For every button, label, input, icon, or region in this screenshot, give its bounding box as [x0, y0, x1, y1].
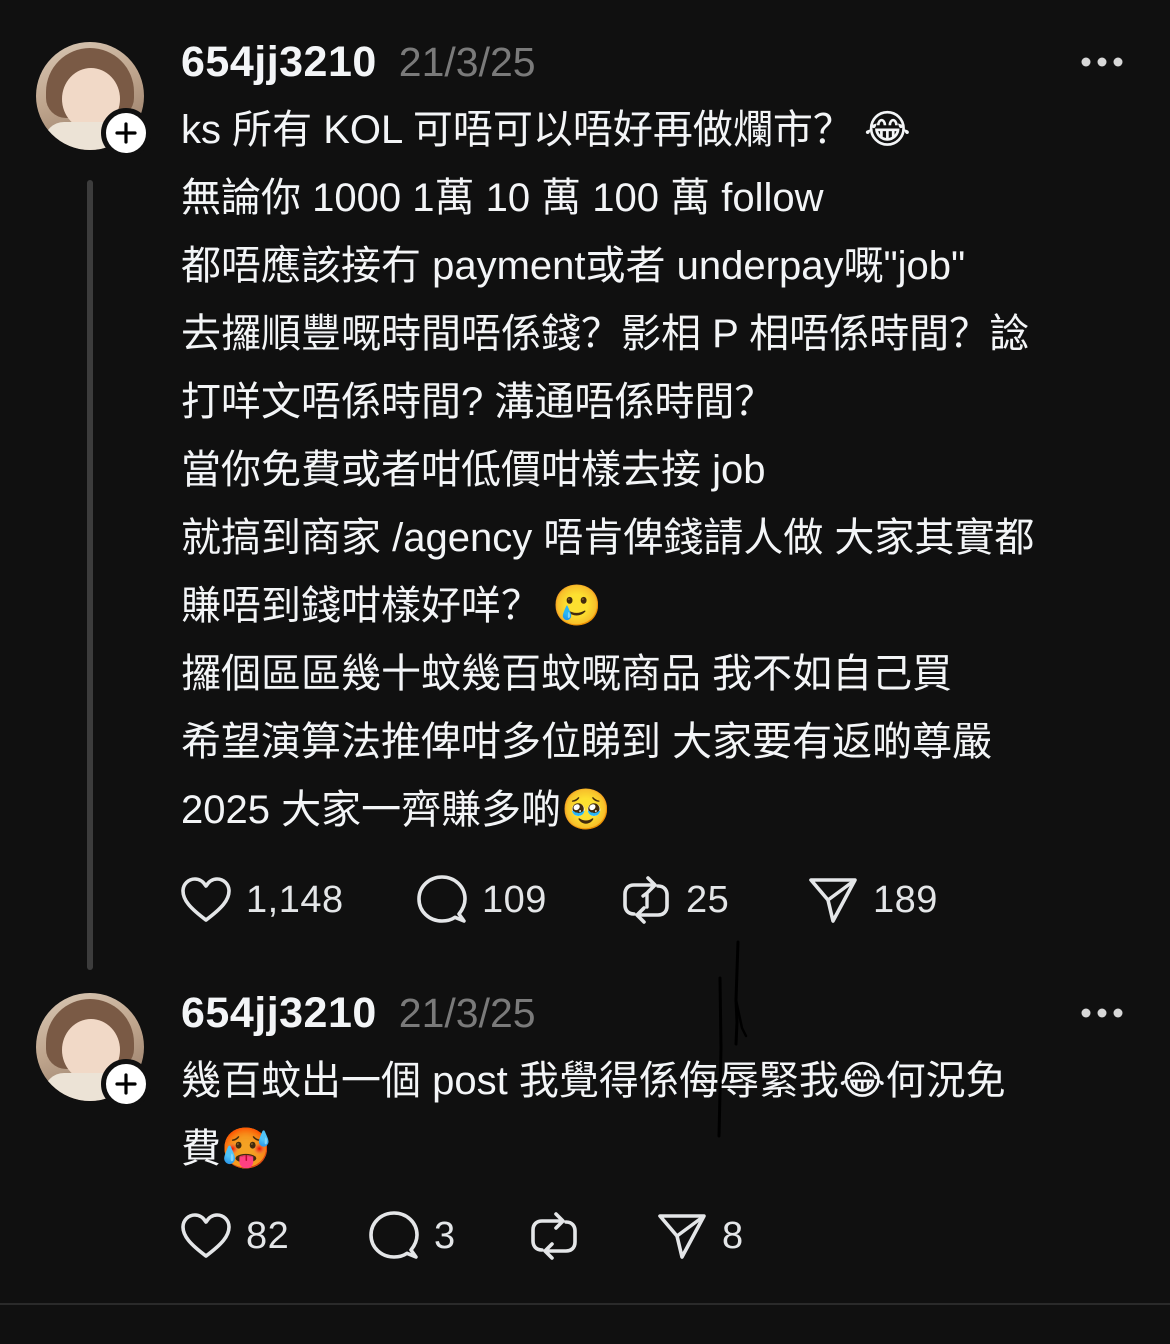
- scribble-mark: [717, 940, 748, 1138]
- plus-icon: [115, 122, 137, 144]
- comment-icon: [369, 1211, 419, 1259]
- follow-button[interactable]: [101, 1059, 151, 1109]
- plus-icon: [115, 1073, 137, 1095]
- divider: [0, 1303, 1170, 1305]
- post-line: 費🥵: [181, 1127, 271, 1171]
- like-count: 1,148: [246, 878, 344, 921]
- post-line: 去攞順豐嘅時間唔係錢？影相 P 相唔係時間？諗: [181, 312, 1030, 356]
- post-line: 當你免費或者咁低價咁樣去接 job: [181, 448, 766, 492]
- comment-icon: [417, 875, 467, 923]
- follow-button[interactable]: [101, 108, 151, 158]
- send-icon: [809, 878, 857, 923]
- like-count: 82: [246, 1214, 290, 1257]
- heart-icon: [181, 1213, 231, 1258]
- like-button[interactable]: 82: [180, 1211, 289, 1261]
- reply-count: 3: [434, 1214, 456, 1257]
- send-icon: [658, 1214, 706, 1259]
- like-button[interactable]: 1,148: [180, 875, 344, 925]
- repost-button[interactable]: [528, 1211, 594, 1261]
- share-count: 8: [722, 1214, 744, 1257]
- post-line: 攞個區區幾十蚊幾百蚊嘅商品 我不如自己買: [181, 652, 953, 696]
- post-line: 就搞到商家 /agency 唔肯俾錢請人做 大家其實都: [181, 516, 1035, 560]
- post-line: 都唔應該接冇 payment或者 underpay嘅"job": [181, 244, 966, 288]
- post-header: 654jj3210 21/3/25: [181, 989, 536, 1043]
- timestamp: 21/3/25: [398, 990, 536, 1036]
- post-line: 2025 大家一齊賺多啲🥹: [181, 788, 611, 832]
- reply-button[interactable]: 109: [416, 875, 547, 925]
- share-button[interactable]: 189: [807, 875, 938, 925]
- share-count: 189: [873, 878, 938, 921]
- post-line: 幾百蚊出一個 post 我覺得係侮辱緊我😂何況免: [181, 1059, 1006, 1103]
- share-button[interactable]: 8: [656, 1211, 744, 1261]
- thread-connector-line: [87, 180, 93, 970]
- username[interactable]: 654jj3210: [181, 38, 377, 87]
- more-icon[interactable]: [1080, 52, 1124, 72]
- timestamp: 21/3/25: [398, 39, 536, 85]
- post-body: 幾百蚊出一個 post 我覺得係侮辱緊我😂何況免 費🥵: [181, 1047, 1146, 1183]
- thread-post: 654jj3210 21/3/25 ks 所有 KOL 可唔可以唔好再做爛市？ …: [0, 0, 1170, 975]
- post-line: 無論你 1000 1萬 10 萬 100 萬 follow: [181, 176, 824, 220]
- post-header: 654jj3210 21/3/25: [181, 38, 536, 92]
- post-line: 打咩文唔係時間? 溝通唔係時間？: [181, 380, 775, 424]
- repost-button[interactable]: 25: [620, 875, 729, 925]
- repost-count: 25: [686, 878, 730, 921]
- thread-reply-post: 654jj3210 21/3/25 幾百蚊出一個 post 我覺得係侮辱緊我😂何…: [0, 975, 1170, 1305]
- heart-icon: [181, 877, 231, 922]
- reply-count: 109: [482, 878, 547, 921]
- username[interactable]: 654jj3210: [181, 989, 377, 1038]
- more-icon[interactable]: [1080, 1003, 1124, 1023]
- repost-icon: [531, 1212, 577, 1260]
- post-body: ks 所有 KOL 可唔可以唔好再做爛市？ 😂 無論你 1000 1萬 10 萬…: [181, 96, 1146, 844]
- post-line: ks 所有 KOL 可唔可以唔好再做爛市？ 😂: [181, 108, 911, 152]
- post-line: 賺唔到錢咁樣好咩？ 🥲: [181, 584, 602, 628]
- repost-icon: [623, 876, 669, 924]
- reply-button[interactable]: 3: [368, 1211, 456, 1261]
- post-line: 希望演算法推俾咁多位睇到 大家要有返啲尊嚴: [181, 720, 993, 764]
